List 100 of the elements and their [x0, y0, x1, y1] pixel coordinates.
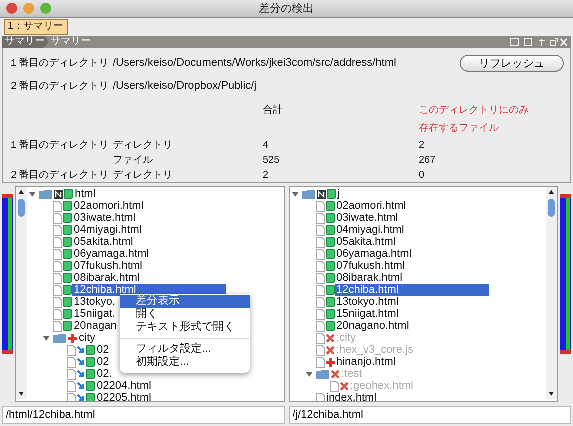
n-badge-icon [316, 190, 326, 198]
table-cell-text: 4 [263, 139, 270, 153]
page-icon [316, 236, 324, 248]
tree-item[interactable]: 06yamaga.html [72, 248, 152, 260]
arrow-icon [77, 370, 85, 378]
table-cell-text: 525 [263, 154, 281, 168]
window-title: 差分の検出 [258, 2, 315, 16]
page-icon [53, 320, 62, 332]
expanded-triangle-icon[interactable] [29, 190, 36, 198]
page-icon [316, 224, 324, 236]
cross-icon [340, 382, 348, 390]
window-controls-icon[interactable] [6, 2, 54, 15]
path-field[interactable]: /html/12chiba.html [2, 406, 284, 424]
tree-item[interactable]: city [77, 332, 98, 344]
plus-icon [326, 358, 334, 366]
page-icon [53, 272, 62, 284]
page-icon [316, 272, 324, 284]
table-cell-text: 2 [263, 169, 270, 182]
tree-item[interactable]: 02aomori.html [334, 200, 408, 212]
page-icon [316, 320, 324, 332]
tree-item[interactable]: 07fukush.html [334, 260, 407, 272]
table-cell-text: ディレクトリ [113, 139, 174, 153]
tree-item[interactable]: 13tokyo.html [334, 296, 401, 308]
path-field[interactable]: /j/12chiba.html [288, 406, 571, 424]
refresh-button[interactable]: リフレッシュ [460, 55, 564, 72]
plus-icon [68, 334, 77, 342]
tree-item[interactable]: 05akita.html [72, 236, 136, 248]
page-icon [316, 356, 324, 368]
tree-item[interactable]: hinanjo.html [334, 356, 398, 368]
page-icon [316, 332, 324, 344]
arrow-icon [77, 346, 85, 354]
arrow-icon [77, 394, 85, 401]
tree-item[interactable]: 05akita.html [334, 236, 398, 248]
page-icon [67, 380, 76, 392]
tree-item[interactable]: 08ibarak.html [334, 272, 405, 284]
menu-item[interactable]: 差分表示 [120, 295, 250, 308]
tree-item[interactable]: 03iwate.html [334, 212, 400, 224]
tree-item[interactable]: 12chiba.html [334, 284, 488, 296]
page-icon [53, 248, 62, 260]
page-icon [316, 212, 324, 224]
expanded-triangle-icon[interactable] [43, 334, 50, 342]
tree-item[interactable]: 13tokyo. [72, 296, 118, 308]
tree-item[interactable]: 08ibarak.html [72, 272, 142, 284]
page-icon [316, 296, 324, 308]
tab[interactable]: 1：サマリー [4, 19, 68, 35]
directory-label: ２番目のディレクトリ [9, 80, 110, 94]
tree-item[interactable]: 04miyagi.html [72, 224, 144, 236]
page-icon [53, 200, 62, 212]
page-icon [316, 308, 324, 320]
page-icon [316, 200, 324, 212]
tree-item[interactable]: j [336, 188, 342, 200]
tree-item[interactable]: 04miyagi.html [334, 224, 406, 236]
page-icon [67, 356, 76, 368]
tree-item[interactable]: 02. [95, 368, 114, 380]
tree-item[interactable]: 02aomori.html [72, 200, 146, 212]
table-cell-text: 267 [419, 154, 437, 168]
directory-label: １番目のディレクトリ [9, 56, 110, 71]
arrow-icon [77, 358, 85, 366]
page-icon [316, 260, 324, 272]
table-cell-text: 0 [419, 169, 426, 182]
tree-item[interactable]: 02205.html [95, 392, 154, 401]
panel-tab[interactable]: サマリー [2, 36, 48, 48]
tree-item[interactable]: 15niigat. [72, 308, 118, 320]
tree-item[interactable]: html [73, 188, 98, 200]
table-cell-text: 2 [419, 139, 426, 153]
menu-item[interactable]: フィルタ設定... [120, 343, 250, 356]
page-icon [67, 368, 76, 380]
cross-icon [330, 370, 340, 378]
expanded-triangle-icon[interactable] [306, 370, 312, 378]
tree-item[interactable]: 02 [95, 356, 112, 368]
panel-controls-icon[interactable] [510, 38, 568, 46]
vertical-scrollbar[interactable] [546, 187, 557, 399]
table-cell-text: ファイル [113, 154, 154, 168]
tree-item[interactable]: 07fukush.html [72, 260, 144, 272]
n-badge-icon [54, 190, 63, 198]
page-icon [316, 344, 324, 356]
page-icon [53, 308, 62, 320]
tree-item[interactable]: 02 [95, 344, 112, 356]
cross-icon [326, 346, 334, 354]
page-icon [53, 284, 62, 296]
tree-item[interactable]: 20nagano.html [334, 320, 412, 332]
page-icon [316, 248, 324, 260]
column-header: このディレクトリにのみ存在するファイル [419, 104, 530, 136]
vertical-scrollbar[interactable] [16, 187, 27, 399]
tree-item[interactable]: 15niigat.html [334, 308, 401, 320]
page-icon [53, 212, 62, 224]
directory-path: /Users/keiso/Dropbox/Public/j [113, 79, 258, 94]
cross-icon [326, 334, 334, 342]
tree-item[interactable]: 06yamaga.html [334, 248, 414, 260]
tree-item[interactable]: index.html [324, 392, 379, 401]
tree-item[interactable]: 02204.html [95, 380, 154, 392]
expanded-triangle-icon[interactable] [292, 190, 298, 198]
directory-path: /Users/keiso/Documents/Works/jkei3com/src/address/html [113, 56, 398, 71]
tree-item[interactable]: 20nagan [72, 320, 119, 332]
tree-item[interactable]: 03iwate.html [72, 212, 138, 224]
column-header: 合計 [263, 104, 284, 118]
menu-item[interactable]: 開く [120, 308, 250, 321]
menu-item[interactable]: テキスト形式で開く [120, 321, 250, 334]
arrow-icon [77, 382, 85, 390]
menu-item[interactable]: 初期設定... [120, 356, 250, 369]
